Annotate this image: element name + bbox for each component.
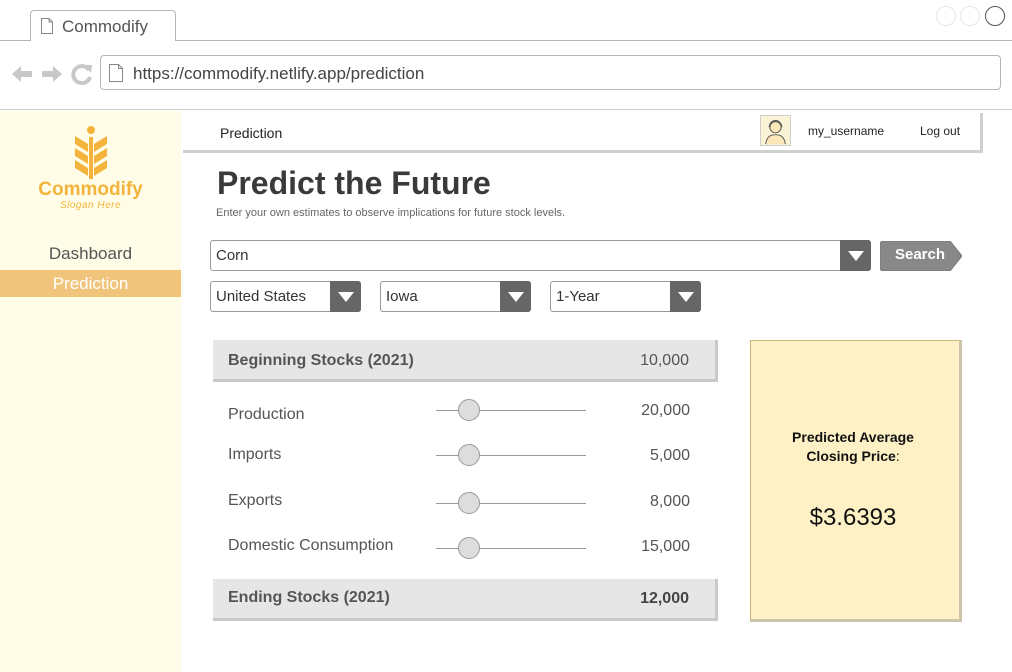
forward-arrow-icon[interactable] bbox=[40, 62, 64, 86]
beginning-stocks-value: 10,000 bbox=[640, 352, 689, 369]
back-arrow-icon[interactable] bbox=[10, 62, 34, 86]
sidebar-item-prediction[interactable]: Prediction bbox=[0, 270, 181, 297]
horizon-select[interactable]: 1-Year bbox=[550, 281, 701, 312]
prediction-label: Predicted Average Closing Price: bbox=[750, 428, 956, 466]
production-label: Production bbox=[228, 406, 305, 423]
prediction-label-line1: Predicted Average bbox=[792, 429, 914, 445]
domestic-consumption-slider-thumb[interactable] bbox=[458, 537, 480, 559]
predicted-price: $3.6393 bbox=[809, 504, 897, 531]
country-select[interactable]: United States bbox=[210, 281, 361, 312]
chevron-down-icon[interactable] bbox=[670, 281, 701, 312]
brand-name: Commodify bbox=[38, 179, 143, 200]
page-icon bbox=[41, 18, 53, 34]
state-select[interactable]: Iowa bbox=[380, 281, 531, 312]
prediction-label-colon: : bbox=[895, 448, 900, 464]
chevron-down-icon[interactable] bbox=[330, 281, 361, 312]
reload-icon[interactable] bbox=[70, 62, 94, 86]
page-title: Predict the Future bbox=[217, 165, 491, 201]
prediction-label-line2: Closing Price bbox=[806, 448, 896, 464]
state-value: Iowa bbox=[386, 288, 418, 305]
tab-title: Commodify bbox=[62, 17, 148, 36]
browser-tab[interactable]: Commodify bbox=[30, 10, 176, 41]
username: my_username bbox=[808, 124, 885, 138]
chevron-down-icon[interactable] bbox=[840, 240, 871, 271]
close-button[interactable] bbox=[985, 6, 1005, 26]
imports-label: Imports bbox=[228, 446, 282, 463]
exports-label: Exports bbox=[228, 492, 283, 509]
page-icon bbox=[109, 64, 123, 82]
maximize-button[interactable] bbox=[960, 6, 980, 26]
url-text: https://commodify.netlify.app/prediction bbox=[133, 64, 425, 83]
production-value: 20,000 bbox=[641, 402, 690, 419]
ending-stocks-row: Ending Stocks (2021) 12,000 bbox=[213, 579, 718, 621]
exports-slider-thumb[interactable] bbox=[458, 492, 480, 514]
ending-stocks-value: 12,000 bbox=[640, 590, 689, 607]
prediction-card bbox=[750, 340, 962, 622]
address-bar[interactable]: https://commodify.netlify.app/prediction bbox=[100, 55, 1001, 90]
minimize-button[interactable] bbox=[936, 6, 956, 26]
chevron-down-icon[interactable] bbox=[500, 281, 531, 312]
logout-link[interactable]: Log out bbox=[920, 124, 960, 138]
section-title: Prediction bbox=[220, 125, 283, 141]
search-button-label: Search bbox=[894, 246, 946, 263]
country-value: United States bbox=[216, 288, 307, 305]
imports-slider-thumb[interactable] bbox=[458, 444, 480, 466]
brand-slogan: Slogan Here bbox=[59, 200, 122, 211]
commodity-select[interactable]: Corn bbox=[210, 240, 871, 271]
ending-stocks-label: Ending Stocks (2021) bbox=[228, 589, 390, 606]
sidebar-item-dashboard[interactable]: Dashboard bbox=[0, 240, 181, 267]
domestic-consumption-value: 15,000 bbox=[641, 538, 690, 555]
horizon-value: 1-Year bbox=[556, 288, 600, 305]
sidebar-item-label: Prediction bbox=[52, 274, 129, 293]
domestic-consumption-label: Domestic Consumption bbox=[228, 537, 394, 554]
wheat-logo-icon bbox=[75, 126, 107, 179]
imports-value: 5,000 bbox=[649, 447, 690, 464]
beginning-stocks-label: Beginning Stocks (2021) bbox=[228, 352, 414, 369]
production-slider-thumb[interactable] bbox=[458, 399, 480, 421]
avatar[interactable] bbox=[760, 115, 791, 146]
page-subtitle: Enter your own estimates to observe impl… bbox=[216, 207, 566, 219]
exports-value: 8,000 bbox=[649, 493, 690, 510]
beginning-stocks-row: Beginning Stocks (2021) 10,000 bbox=[213, 340, 718, 382]
sidebar-item-label: Dashboard bbox=[48, 244, 133, 263]
commodity-value: Corn bbox=[216, 247, 249, 264]
